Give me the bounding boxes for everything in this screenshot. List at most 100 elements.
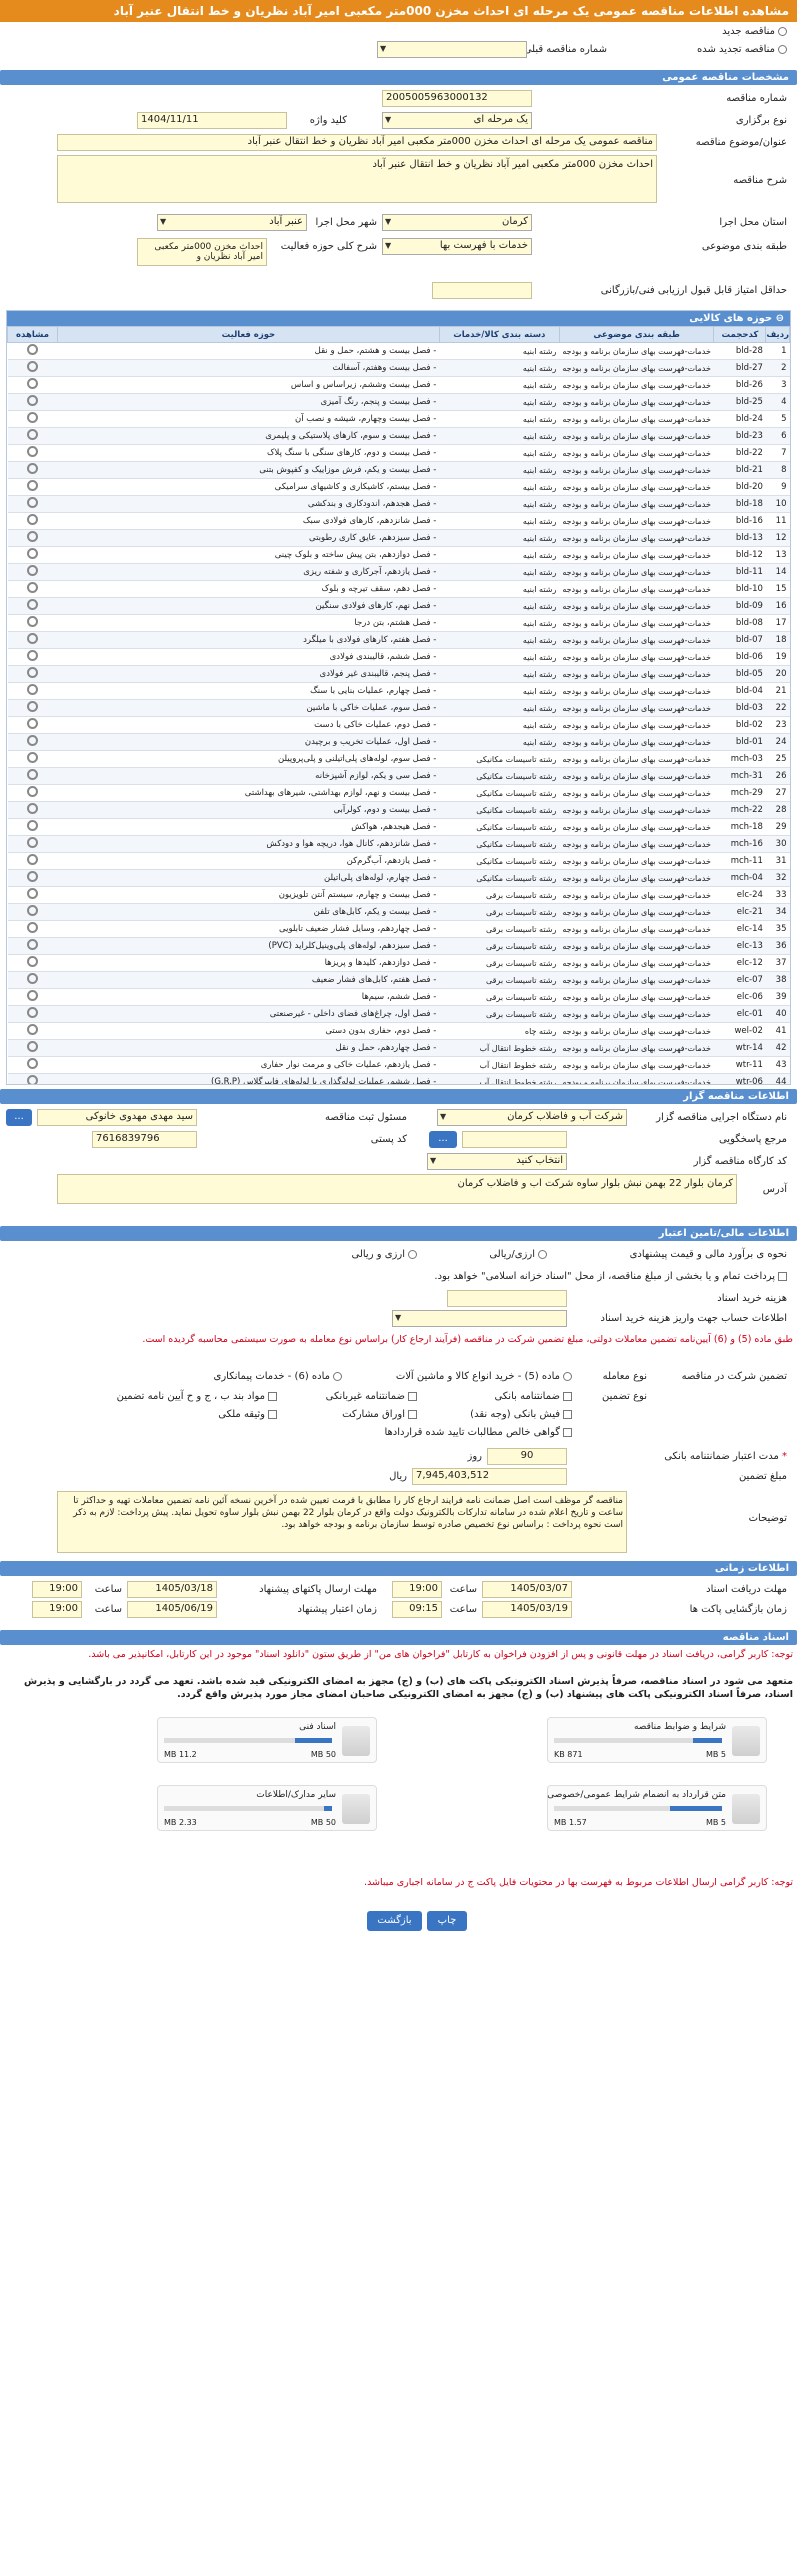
- magnifier-icon[interactable]: [27, 820, 38, 831]
- officer-lookup-button[interactable]: ...: [6, 1109, 32, 1126]
- prev-number-select[interactable]: ▼: [377, 41, 527, 58]
- magnifier-icon[interactable]: [27, 701, 38, 712]
- ref-lookup-button[interactable]: ...: [429, 1131, 457, 1148]
- magnifier-icon[interactable]: [27, 582, 38, 593]
- row-view[interactable]: [7, 869, 58, 887]
- row-view[interactable]: [7, 1039, 58, 1057]
- row-view[interactable]: [7, 852, 58, 870]
- magnifier-icon[interactable]: [27, 667, 38, 678]
- row-view[interactable]: [7, 563, 58, 581]
- acct-select[interactable]: ▼: [392, 1310, 567, 1327]
- row-view[interactable]: [7, 631, 58, 649]
- treasury-check[interactable]: پرداخت تمام و یا بخشی از مبلغ مناقصه، از…: [434, 1271, 787, 1282]
- magnifier-icon[interactable]: [27, 871, 38, 882]
- magnifier-icon[interactable]: [27, 1041, 38, 1052]
- magnifier-icon[interactable]: [27, 531, 38, 542]
- magnifier-icon[interactable]: [27, 412, 38, 423]
- row-view[interactable]: [7, 920, 58, 938]
- row-view[interactable]: [7, 580, 58, 598]
- city-select[interactable]: عنبر آباد ▼: [157, 214, 307, 231]
- row-view[interactable]: [7, 410, 58, 428]
- magnifier-icon[interactable]: [27, 905, 38, 916]
- row-view[interactable]: [7, 461, 58, 479]
- magnifier-icon[interactable]: [27, 599, 38, 610]
- row-view[interactable]: [7, 665, 58, 683]
- magnifier-icon[interactable]: [27, 803, 38, 814]
- file-card[interactable]: شرایط و ضوابط مناقصه 5 MB 871 KB: [547, 1717, 767, 1763]
- row-view[interactable]: [7, 597, 58, 615]
- magnifier-icon[interactable]: [27, 888, 38, 899]
- magnifier-icon[interactable]: [27, 497, 38, 508]
- row-view[interactable]: [7, 427, 58, 445]
- magnifier-icon[interactable]: [27, 480, 38, 491]
- opt-both[interactable]: ارزی و ریالی: [352, 1249, 417, 1260]
- magnifier-icon[interactable]: [27, 633, 38, 644]
- back-button[interactable]: بازگشت: [367, 1911, 422, 1931]
- row-view[interactable]: [7, 512, 58, 530]
- magnifier-icon[interactable]: [27, 344, 38, 355]
- magnifier-icon[interactable]: [27, 956, 38, 967]
- row-view[interactable]: [7, 1022, 58, 1040]
- row-view[interactable]: [7, 835, 58, 853]
- opt-currency[interactable]: ارزی/ریالی: [489, 1249, 547, 1260]
- magnifier-icon[interactable]: [27, 446, 38, 457]
- row-view[interactable]: [7, 495, 58, 513]
- radio-renewed[interactable]: مناقصه تجدید شده: [697, 44, 787, 55]
- row-view[interactable]: [7, 682, 58, 700]
- magnifier-icon[interactable]: [27, 684, 38, 695]
- type-select[interactable]: یک مرحله ای ▼: [382, 112, 532, 129]
- magnifier-icon[interactable]: [27, 565, 38, 576]
- magnifier-icon[interactable]: [27, 786, 38, 797]
- magnifier-icon[interactable]: [27, 990, 38, 1001]
- magnifier-icon[interactable]: [27, 752, 38, 763]
- file-card[interactable]: سایر مدارک/اطلاعات 50 MB 2.33 MB: [157, 1785, 377, 1831]
- m5-radio[interactable]: ماده (5) - خرید انواع کالا و ماشین آلات: [396, 1371, 572, 1382]
- magnifier-icon[interactable]: [27, 939, 38, 950]
- org-select[interactable]: شرکت آب و فاضلاب کرمان ▼: [437, 1109, 627, 1126]
- g2[interactable]: ضمانتنامه غیربانکی: [326, 1391, 417, 1402]
- row-view[interactable]: [7, 903, 58, 921]
- magnifier-icon[interactable]: [27, 1024, 38, 1035]
- row-view[interactable]: [7, 529, 58, 547]
- magnifier-icon[interactable]: [27, 378, 38, 389]
- magnifier-icon[interactable]: [27, 718, 38, 729]
- magnifier-icon[interactable]: [27, 837, 38, 848]
- row-view[interactable]: [7, 1056, 58, 1074]
- collapse-icon[interactable]: ⊖: [772, 313, 784, 324]
- row-view[interactable]: [7, 444, 58, 462]
- print-button[interactable]: چاپ: [427, 1911, 467, 1931]
- row-view[interactable]: [7, 801, 58, 819]
- magnifier-icon[interactable]: [27, 616, 38, 627]
- row-view[interactable]: [7, 1073, 58, 1084]
- radio-new[interactable]: مناقصه جدید: [722, 26, 787, 37]
- magnifier-icon[interactable]: [27, 973, 38, 984]
- magnifier-icon[interactable]: [27, 361, 38, 372]
- row-view[interactable]: [7, 1005, 58, 1023]
- province-select[interactable]: کرمان ▼: [382, 214, 532, 231]
- row-view[interactable]: [7, 614, 58, 632]
- g1[interactable]: ضمانتنامه بانکی: [494, 1391, 572, 1402]
- magnifier-icon[interactable]: [27, 1058, 38, 1069]
- category-select[interactable]: خدمات با فهرست بها ▼: [382, 238, 532, 255]
- g6[interactable]: وثیقه ملکی: [218, 1409, 277, 1420]
- file-card[interactable]: متن قرارداد به انضمام شرایط عمومی/خصوصی 5…: [547, 1785, 767, 1831]
- row-view[interactable]: [7, 937, 58, 955]
- g7[interactable]: گواهی خالص مطالبات تایید شده قراردادها: [384, 1427, 572, 1438]
- row-view[interactable]: [7, 784, 58, 802]
- file-card[interactable]: اسناد فنی 50 MB 11.2 MB: [157, 1717, 377, 1763]
- magnifier-icon[interactable]: [27, 854, 38, 865]
- row-view[interactable]: [7, 818, 58, 836]
- row-view[interactable]: [7, 359, 58, 377]
- magnifier-icon[interactable]: [27, 735, 38, 746]
- g4[interactable]: فیش بانکی (وجه نقد): [470, 1409, 572, 1420]
- row-view[interactable]: [7, 648, 58, 666]
- magnifier-icon[interactable]: [27, 922, 38, 933]
- g5[interactable]: اوراق مشارکت: [342, 1409, 417, 1420]
- row-view[interactable]: [7, 971, 58, 989]
- row-view[interactable]: [7, 988, 58, 1006]
- magnifier-icon[interactable]: [27, 1075, 38, 1084]
- magnifier-icon[interactable]: [27, 650, 38, 661]
- g3[interactable]: مواد بند ب ، ج و ح آیین نامه تضمین: [117, 1391, 277, 1402]
- row-view[interactable]: [7, 478, 58, 496]
- row-view[interactable]: [7, 342, 58, 360]
